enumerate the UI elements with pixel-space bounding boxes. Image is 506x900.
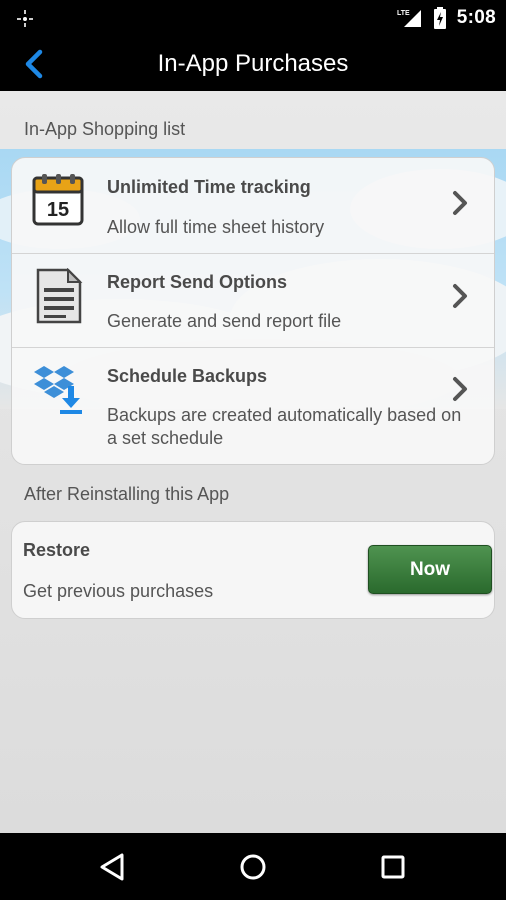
lte-signal-icon: LTE	[397, 10, 421, 27]
restore-now-button[interactable]: Now	[368, 545, 492, 594]
item-subtitle: Backups are created automatically based …	[107, 405, 462, 448]
action-bar: In-App Purchases	[0, 36, 506, 91]
page-title: In-App Purchases	[157, 50, 349, 77]
nav-back-icon[interactable]	[94, 847, 134, 887]
chevron-right-icon	[453, 284, 467, 308]
chevron-right-icon	[453, 377, 467, 401]
restore-subtitle: Get previous purchases	[23, 581, 214, 601]
status-icons: LTE 5:08	[397, 6, 496, 30]
navigation-bar	[0, 833, 506, 900]
calendar-icon: 15	[32, 174, 84, 226]
chevron-right-icon	[453, 191, 467, 215]
alarm-icon	[17, 10, 33, 27]
restore-title: Restore	[23, 540, 91, 560]
list-item-report-send-options[interactable]: Report Send Options Generate and send re…	[12, 254, 494, 348]
main-content: In-App Shopping list 15 Unlimited Time t…	[0, 91, 506, 833]
document-icon	[36, 268, 83, 324]
item-title: Schedule Backups	[107, 366, 268, 386]
battery-charging-icon	[433, 7, 446, 29]
nav-recents-icon[interactable]	[373, 847, 413, 887]
back-button[interactable]	[18, 44, 58, 84]
item-title: Unlimited Time tracking	[107, 177, 311, 197]
dropbox-download-icon	[34, 366, 82, 414]
item-subtitle: Allow full time sheet history	[107, 217, 325, 237]
nav-home-icon[interactable]	[233, 847, 273, 887]
status-bar: LTE 5:08	[0, 0, 506, 36]
status-time: 5:08	[456, 7, 496, 28]
svg-text:LTE: LTE	[397, 10, 410, 17]
list-item-unlimited-time-tracking[interactable]: 15 Unlimited Time tracking Allow full ti…	[12, 158, 494, 254]
item-subtitle: Generate and send report file	[107, 311, 342, 331]
list-item-schedule-backups[interactable]: Schedule Backups Backups are created aut…	[12, 348, 494, 464]
shopping-list-header: In-App Shopping list	[24, 119, 186, 139]
chevron-left-icon	[25, 49, 43, 79]
item-title: Report Send Options	[107, 272, 287, 292]
shopping-list-card: 15 Unlimited Time tracking Allow full ti…	[11, 157, 495, 465]
reinstall-header: After Reinstalling this App	[24, 484, 230, 504]
calendar-day: 15	[47, 199, 69, 221]
restore-card: Restore Get previous purchases Now	[11, 521, 495, 619]
